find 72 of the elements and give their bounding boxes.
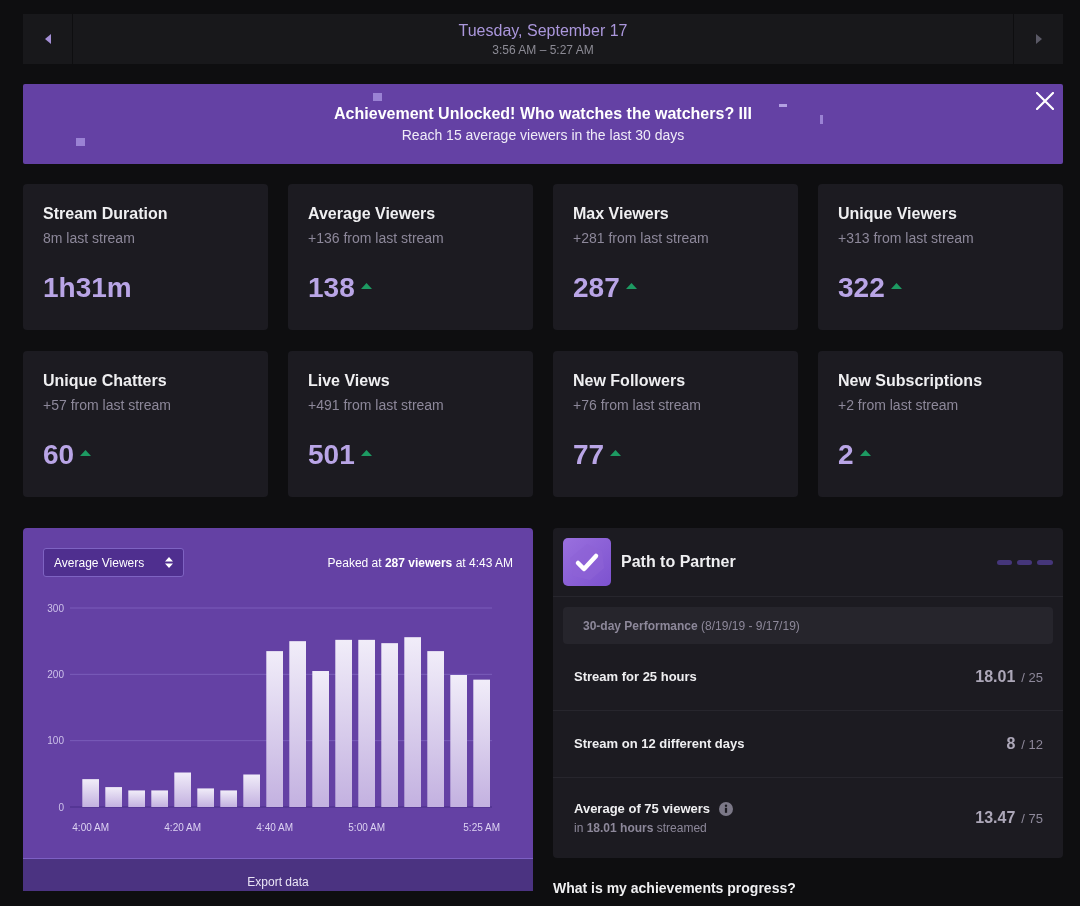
three-dashes-icon xyxy=(997,559,1053,565)
chart-bar xyxy=(243,774,260,807)
export-data-button[interactable]: Export data xyxy=(23,858,533,891)
checkmark-badge-icon xyxy=(563,538,611,586)
stat-change: +136 from last stream xyxy=(308,229,444,247)
stat-label: New Followers xyxy=(573,371,686,391)
stat-change: +313 from last stream xyxy=(838,229,974,247)
chart-bar xyxy=(174,772,191,807)
stat-label: New Subscriptions xyxy=(838,371,983,391)
stat-label: Unique Chatters xyxy=(43,371,167,391)
y-axis-label: 200 xyxy=(47,668,64,680)
stat-value: 77 xyxy=(573,438,605,472)
stat-label: Live Views xyxy=(308,371,390,391)
chart-bar xyxy=(128,790,145,807)
y-axis-label: 0 xyxy=(58,801,64,813)
achievement-title: Achievement Unlocked! Who watches the watchers? III xyxy=(334,104,752,124)
x-axis-label: 5:25 AM xyxy=(463,822,500,833)
chart-bar xyxy=(197,788,214,807)
goal-label: Stream for 25 hours xyxy=(574,669,697,685)
stat-value: 2 xyxy=(838,438,854,472)
confetti-icon xyxy=(76,138,85,146)
peak-summary: Peaked at 287 viewers at 4:43 AM xyxy=(327,555,513,570)
stat-change: 8m last stream xyxy=(43,229,135,247)
chart-bar xyxy=(105,787,122,807)
chart-bar xyxy=(82,779,99,807)
goal-target: / 12 xyxy=(1021,737,1043,753)
stat-value: 60 xyxy=(43,438,75,472)
x-axis-label: 4:00 AM xyxy=(72,822,109,833)
goal-current: 18.01 xyxy=(975,667,1016,687)
stat-value: 287 xyxy=(573,271,620,305)
metric-select[interactable]: Average Viewers xyxy=(43,548,184,577)
goal-label: Average of 75 viewers xyxy=(574,801,711,817)
stat-value: 1h31m xyxy=(43,271,132,305)
goal-target: / 25 xyxy=(1021,670,1043,686)
stat-label: Unique Viewers xyxy=(838,204,957,224)
x-axis-label: 4:20 AM xyxy=(164,822,201,833)
time-range: 3:56 AM – 5:27 AM xyxy=(492,43,594,57)
goal-current: 8 xyxy=(1006,734,1016,754)
achievement-description: Reach 15 average viewers in the last 30 days xyxy=(401,126,685,144)
chart-bar xyxy=(220,790,237,807)
faq-heading: What is my achievements progress? xyxy=(553,880,797,896)
y-axis-label: 300 xyxy=(47,602,64,614)
stat-change: +76 from last stream xyxy=(573,396,701,414)
panel-title: Path to Partner xyxy=(621,552,736,572)
confetti-icon xyxy=(820,115,823,124)
up-down-caret-icon xyxy=(165,557,173,568)
stat-value: 322 xyxy=(838,271,885,305)
close-button[interactable] xyxy=(1036,92,1054,110)
stat-value: 138 xyxy=(308,271,355,305)
goal-target: / 75 xyxy=(1021,811,1043,827)
caret-right-icon xyxy=(1035,34,1042,44)
x-axis-label: 5:00 AM xyxy=(348,822,385,833)
date-title: Tuesday, September 17 xyxy=(458,21,628,40)
goal-note: in 18.01 hours streamed xyxy=(574,821,708,835)
period-text: 30-day Performance (8/19/19 - 9/17/19) xyxy=(583,618,800,633)
stat-label: Average Viewers xyxy=(308,204,436,224)
caret-left-icon xyxy=(44,34,51,44)
stat-value: 501 xyxy=(308,438,355,472)
close-icon xyxy=(1036,92,1054,110)
stat-label: Stream Duration xyxy=(43,204,168,224)
confetti-icon xyxy=(373,93,382,101)
stat-change: +491 from last stream xyxy=(308,396,444,414)
x-axis-label: 4:40 AM xyxy=(256,822,293,833)
goal-current: 13.47 xyxy=(975,808,1016,828)
stat-change: +57 from last stream xyxy=(43,396,171,414)
chart-bar xyxy=(151,790,168,807)
confetti-icon xyxy=(779,104,787,107)
stat-change: +281 from last stream xyxy=(573,229,709,247)
stat-change: +2 from last stream xyxy=(838,396,959,414)
y-axis-label: 100 xyxy=(47,735,64,747)
goal-label: Stream on 12 different days xyxy=(574,736,745,752)
stat-label: Max Viewers xyxy=(573,204,669,224)
